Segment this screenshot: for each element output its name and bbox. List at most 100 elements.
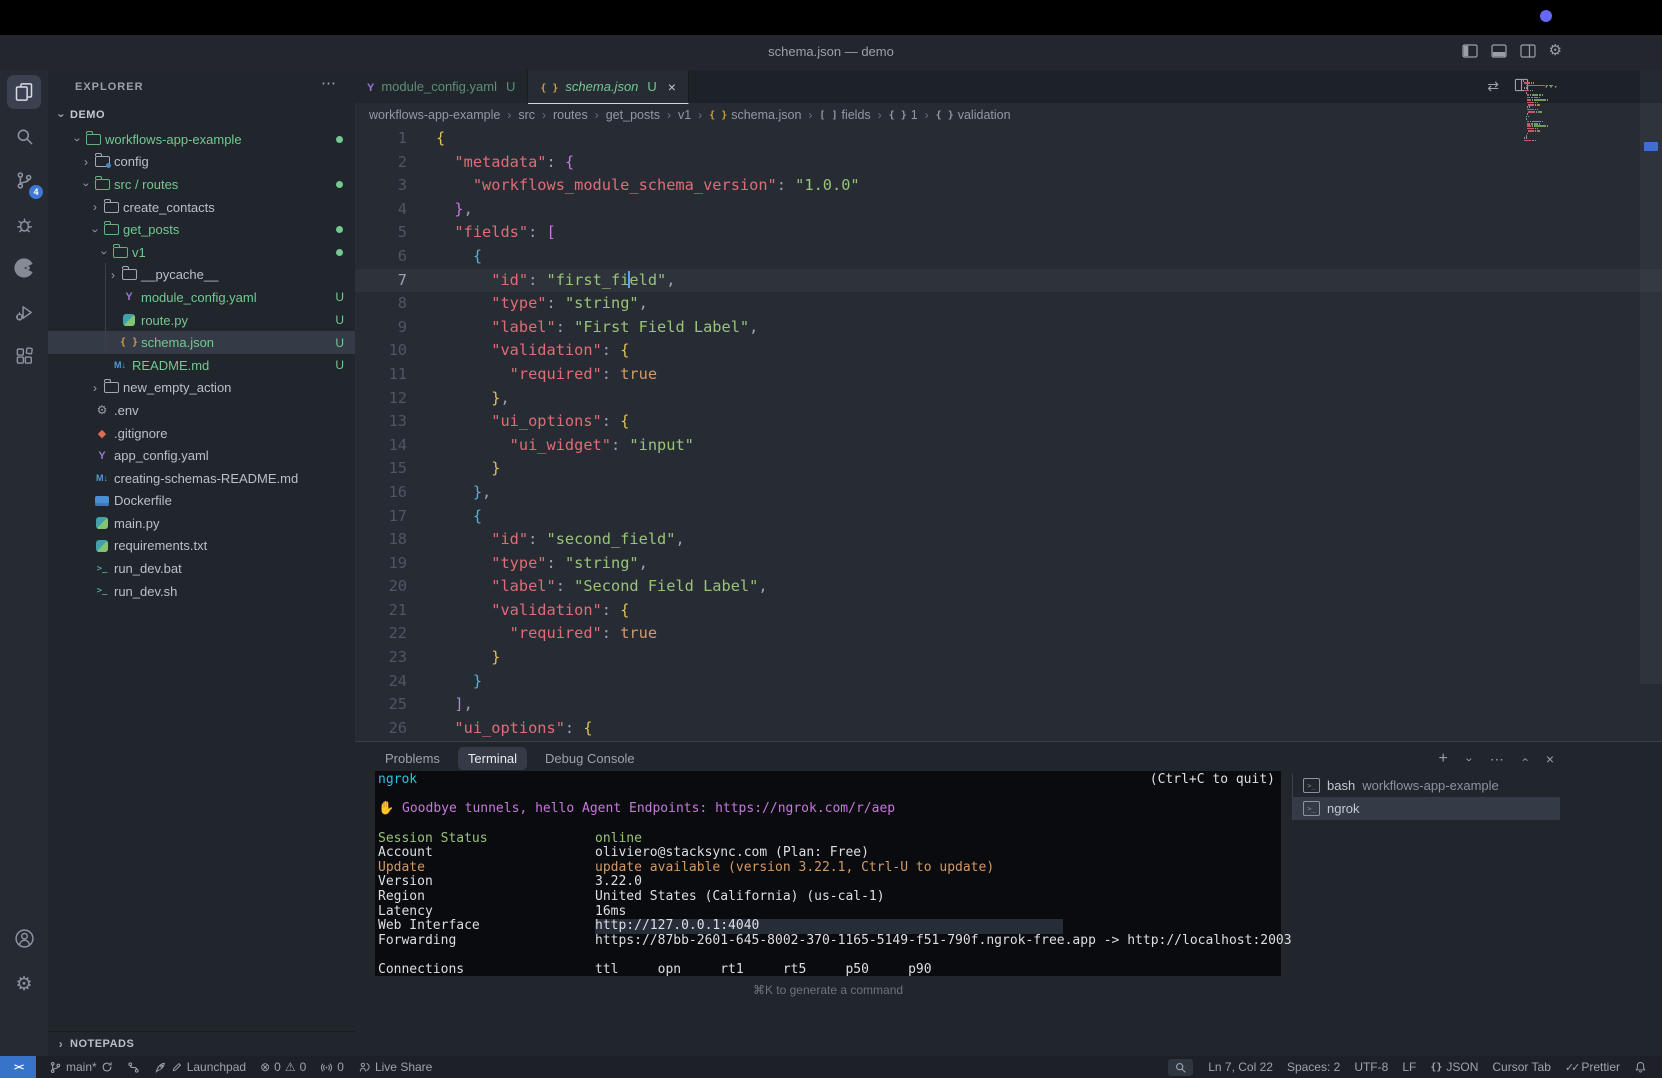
- cursor-position-item[interactable]: Ln 7, Col 22: [1201, 1060, 1280, 1074]
- code-line-21: 21"validation": {: [355, 599, 1662, 623]
- breadcrumb-src[interactable]: src: [518, 108, 535, 122]
- chevron-right-icon: ›: [88, 381, 102, 395]
- tree-item-main-py[interactable]: main.py: [48, 512, 355, 535]
- tree-item-dockerfile[interactable]: Dockerfile: [48, 490, 355, 513]
- tree-item--pycache-[interactable]: ›__pycache__: [48, 264, 355, 287]
- compare-changes-icon[interactable]: ⇄: [1487, 78, 1499, 95]
- close-panel-icon[interactable]: ×: [1546, 751, 1554, 767]
- explorer-icon[interactable]: [0, 70, 48, 114]
- tree-item-get-posts[interactable]: ›get_posts: [48, 218, 355, 241]
- tree-item-creating-schemas-readme-md[interactable]: M↓creating-schemas-README.md: [48, 467, 355, 490]
- terminal-instance-bash[interactable]: >_bashworkflows-app-example: [1292, 774, 1560, 797]
- line-number: 23: [355, 646, 407, 670]
- sync-icon: [101, 1061, 113, 1073]
- tree-item-workflows-app-example[interactable]: ›workflows-app-example: [48, 128, 355, 151]
- explorer-more-actions-icon[interactable]: ⋯: [321, 74, 337, 92]
- git-branch-item[interactable]: main*: [42, 1060, 120, 1074]
- tree-item-run-dev-bat[interactable]: >_run_dev.bat: [48, 557, 355, 580]
- breadcrumb-routes[interactable]: routes: [553, 108, 588, 122]
- terminal-icon: >_: [1303, 801, 1320, 816]
- tree-item-route-py[interactable]: route.pyU: [48, 309, 355, 332]
- tree-item--env[interactable]: ⚙.env: [48, 399, 355, 422]
- code-editor[interactable]: 1{2"metadata": {3"workflows_module_schem…: [355, 127, 1662, 741]
- extensions-icon[interactable]: [0, 334, 48, 378]
- tree-item-readme-md[interactable]: M↓README.mdU: [48, 354, 355, 377]
- source-control-icon[interactable]: 4: [0, 158, 48, 202]
- tree-item--gitignore[interactable]: ◆.gitignore: [48, 422, 355, 445]
- panel-more-actions-icon[interactable]: ⋯: [1490, 751, 1504, 768]
- breadcrumb-validation[interactable]: { }validation: [936, 108, 1011, 122]
- formatter-item[interactable]: ✓✓ Prettier: [1558, 1060, 1627, 1074]
- indentation-item[interactable]: Spaces: 2: [1280, 1060, 1347, 1074]
- panel-tab-terminal[interactable]: Terminal: [458, 747, 527, 770]
- chevron-right-icon: ›: [56, 1037, 66, 1051]
- breadcrumb-v1[interactable]: v1: [678, 108, 691, 122]
- line-number: 19: [355, 552, 407, 576]
- terminal-icon: >_: [1303, 778, 1320, 793]
- remote-indicator[interactable]: ><: [0, 1056, 36, 1078]
- maximize-panel-icon[interactable]: ›: [1517, 755, 1531, 765]
- workspace-section-header[interactable]: › DEMO: [48, 103, 355, 127]
- tab-module-config-yaml[interactable]: Ymodule_config.yamlU: [355, 70, 528, 103]
- tree-item-label: src / routes: [114, 177, 178, 192]
- toggle-panel-icon[interactable]: [1491, 44, 1507, 58]
- tree-item-schema-json[interactable]: { }schema.jsonU: [48, 331, 355, 354]
- live-share-item[interactable]: Live Share: [351, 1060, 439, 1074]
- tree-item-requirements-txt[interactable]: requirements.txt: [48, 535, 355, 558]
- panel-tab-bar: Problems Terminal Debug Console: [375, 747, 645, 770]
- manage-gear-icon[interactable]: ⚙: [0, 962, 48, 1006]
- cursor-tab-item[interactable]: Cursor Tab: [1485, 1060, 1557, 1074]
- line-number: 7: [355, 269, 407, 293]
- tree-item-module-config-yaml[interactable]: Ymodule_config.yamlU: [48, 286, 355, 309]
- search-status-icon[interactable]: [1168, 1059, 1193, 1076]
- chevron-down-icon: ›: [98, 246, 112, 260]
- close-tab-icon[interactable]: ×: [668, 79, 676, 95]
- json-icon: { }: [540, 79, 558, 94]
- breadcrumb-fields[interactable]: [ ]fields: [819, 108, 870, 122]
- notifications-bell-icon[interactable]: [1627, 1061, 1654, 1074]
- folder-icon: [102, 202, 120, 213]
- ports-item[interactable]: 0: [313, 1060, 351, 1074]
- language-mode-item[interactable]: {} JSON: [1423, 1060, 1485, 1074]
- breadcrumb-get-posts[interactable]: get_posts: [606, 108, 660, 122]
- problems-item[interactable]: ⊗0 ⚠0: [253, 1060, 313, 1074]
- encoding-item[interactable]: UTF-8: [1347, 1060, 1395, 1074]
- breadcrumb-1[interactable]: { }1: [889, 108, 918, 122]
- tree-item-src-routes[interactable]: ›src / routes: [48, 173, 355, 196]
- tab-schema-json[interactable]: { }schema.jsonU×: [528, 70, 689, 104]
- account-icon[interactable]: [0, 916, 48, 960]
- toggle-secondary-sidebar-icon[interactable]: [1520, 44, 1536, 58]
- search-icon[interactable]: [0, 114, 48, 158]
- launchpad-item[interactable]: Launchpad: [147, 1060, 253, 1074]
- panel-tab-problems[interactable]: Problems: [375, 747, 450, 770]
- config-folder-icon: [93, 156, 111, 167]
- new-terminal-icon[interactable]: +: [1438, 750, 1447, 768]
- breadcrumb-workflows-app-example[interactable]: workflows-app-example: [369, 108, 500, 122]
- run-debug-alt-icon[interactable]: [0, 290, 48, 334]
- terminal-output[interactable]: ngrok(Ctrl+C to quit)✋ Goodbye tunnels, …: [375, 771, 1281, 976]
- panel-tab-debug-console[interactable]: Debug Console: [535, 747, 645, 770]
- toggle-primary-sidebar-icon[interactable]: [1462, 44, 1478, 58]
- terminal-status-row: Connectionsttl opn rt1 rt5 p50 p90: [378, 963, 1281, 978]
- tree-item-new-empty-action[interactable]: ›new_empty_action: [48, 377, 355, 400]
- tree-item-run-dev-sh[interactable]: >_run_dev.sh: [48, 580, 355, 603]
- breadcrumb-schema-json[interactable]: { }schema.json: [709, 108, 801, 122]
- tree-item-v1[interactable]: ›v1: [48, 241, 355, 264]
- tree-item-app-config-yaml[interactable]: Yapp_config.yaml: [48, 444, 355, 467]
- minimap[interactable]: [1523, 80, 1585, 142]
- tree-item-create-contacts[interactable]: ›create_contacts: [48, 196, 355, 219]
- code-line-24: 24}: [355, 670, 1662, 694]
- tree-item-config[interactable]: ›config: [48, 151, 355, 174]
- settings-gear-icon[interactable]: ⚙: [1549, 44, 1562, 58]
- editor-scrollbar[interactable]: [1640, 70, 1662, 684]
- git-graph-item[interactable]: [120, 1061, 147, 1074]
- code-line-3: 3"workflows_module_schema_version": "1.0…: [355, 174, 1662, 198]
- terminal-instance-ngrok[interactable]: >_ngrok: [1292, 797, 1560, 820]
- debug-icon[interactable]: [0, 202, 48, 246]
- extension-logo-icon[interactable]: [0, 246, 48, 290]
- breadcrumb-separator: ›: [542, 108, 546, 122]
- eol-item[interactable]: LF: [1395, 1060, 1423, 1074]
- shell-script-icon: >_: [93, 564, 111, 574]
- terminal-dropdown-icon[interactable]: ›: [1463, 755, 1477, 765]
- notepads-section-header[interactable]: › NOTEPADS: [48, 1031, 355, 1056]
